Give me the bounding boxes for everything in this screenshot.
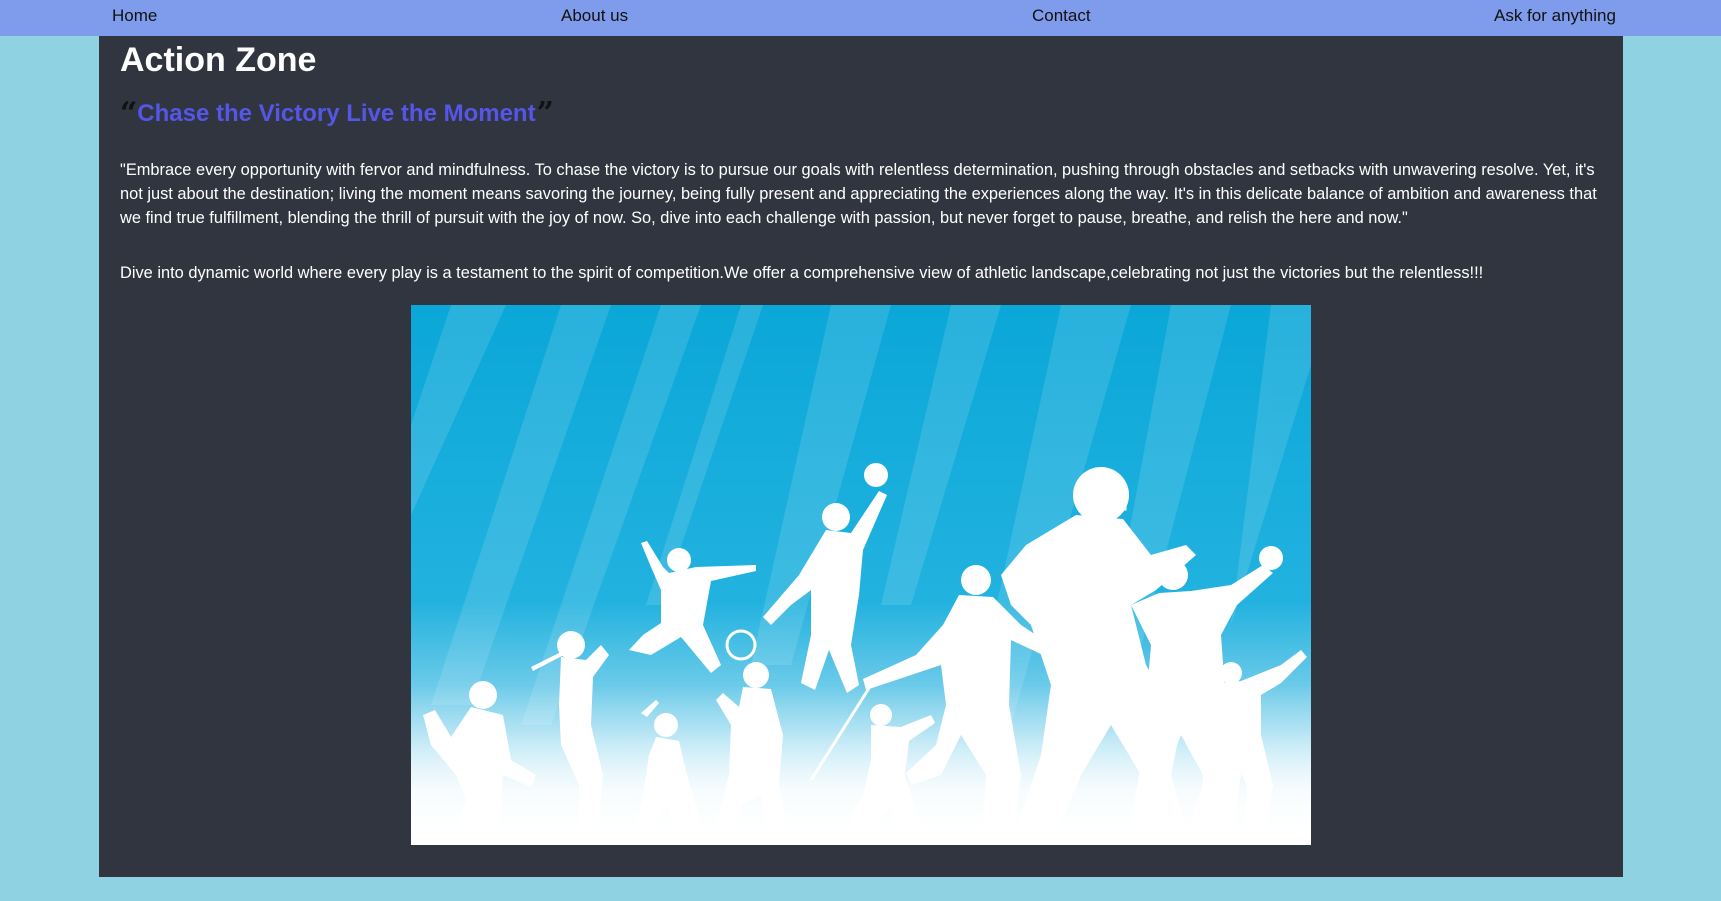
nav-link-contact[interactable]: Contact: [1032, 6, 1091, 26]
intro-paragraph: Dive into dynamic world where every play…: [120, 264, 1484, 282]
tagline-text: Chase the Victory Live the Moment: [137, 100, 536, 127]
nav-link-about-us[interactable]: About us: [561, 6, 628, 26]
top-navigation: Home About us Contact Ask for anything: [0, 0, 1721, 36]
sports-hero-image: [411, 305, 1311, 845]
page-title: Action Zone: [120, 41, 317, 79]
content-panel: Action Zone “ Chase the Victory Live the…: [99, 36, 1623, 877]
tagline-heading: “ Chase the Victory Live the Moment ”: [120, 96, 554, 131]
open-quote-icon: “: [120, 96, 137, 131]
nav-link-ask-for-anything[interactable]: Ask for anything: [1494, 6, 1616, 26]
nav-link-home[interactable]: Home: [112, 6, 157, 26]
close-quote-icon: ”: [536, 96, 554, 131]
quote-paragraph: "Embrace every opportunity with fervor a…: [120, 161, 1597, 227]
